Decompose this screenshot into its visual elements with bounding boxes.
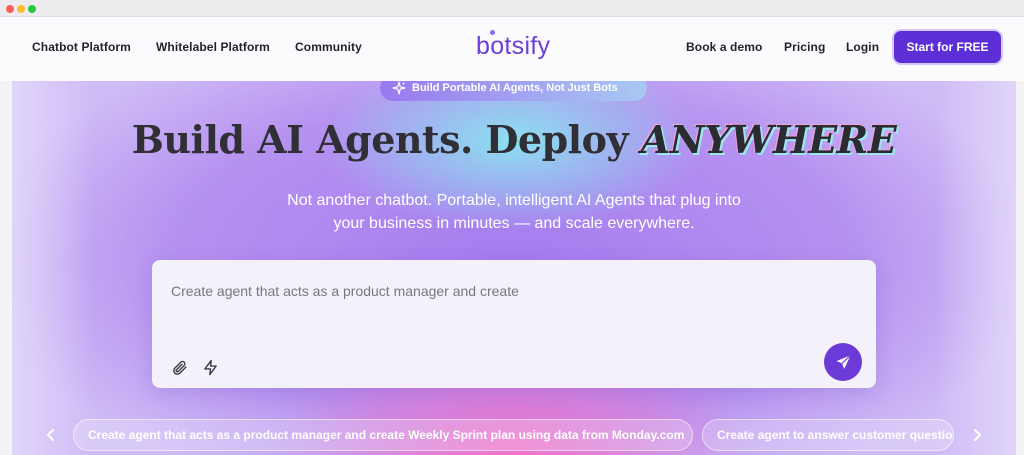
agent-prompt-input[interactable]: Create agent that acts as a product mana… <box>171 283 519 299</box>
send-icon <box>835 354 851 369</box>
start-free-button[interactable]: Start for FREE <box>894 31 1001 63</box>
botsify-logo[interactable]: botsify <box>476 30 551 61</box>
agent-prompt-box[interactable]: Create agent that acts as a product mana… <box>152 260 876 388</box>
headline-main: Build AI Agents. Deploy <box>131 117 641 162</box>
nav-link-chatbot-platform[interactable]: Chatbot Platform <box>32 40 131 54</box>
hero-badge[interactable]: Build Portable AI Agents, Not Just Bots <box>380 81 647 101</box>
chevron-left-icon[interactable] <box>41 425 61 445</box>
send-button[interactable] <box>824 343 862 381</box>
nav-link-login[interactable]: Login <box>846 40 879 54</box>
logo-text: botsify <box>476 32 551 60</box>
hero-headline: Build AI Agents. Deploy ANYWHERE <box>12 117 1016 162</box>
window-close-dot[interactable] <box>6 5 14 13</box>
subtitle-line-2: your business in minutes — and scale eve… <box>333 215 695 232</box>
top-navbar: Chatbot Platform Whitelabel Platform Com… <box>0 17 1024 81</box>
nav-link-whitelabel-platform[interactable]: Whitelabel Platform <box>156 40 270 54</box>
logo-accent-dot <box>490 30 495 35</box>
bolt-icon[interactable] <box>202 359 219 376</box>
window-maximize-dot[interactable] <box>28 5 36 13</box>
hero-badge-text: Build Portable AI Agents, Not Just Bots <box>412 82 618 94</box>
browser-chrome <box>0 0 1024 17</box>
paperclip-icon[interactable] <box>171 359 188 376</box>
subtitle-line-1: Not another chatbot. Portable, intellige… <box>287 192 741 209</box>
hero-subtitle: Not another chatbot. Portable, intellige… <box>12 189 1016 235</box>
nav-link-pricing[interactable]: Pricing <box>784 40 825 54</box>
suggestion-chip[interactable]: Create agent that acts as a product mana… <box>73 419 693 451</box>
window-minimize-dot[interactable] <box>17 5 25 13</box>
chevron-right-icon[interactable] <box>967 425 987 445</box>
headline-emphasis: ANYWHERE <box>640 117 897 162</box>
nav-link-book-demo[interactable]: Book a demo <box>686 40 762 54</box>
hero-section: Build Portable AI Agents, Not Just Bots … <box>12 81 1016 455</box>
nav-link-community[interactable]: Community <box>295 40 362 54</box>
sparkle-icon <box>392 81 406 95</box>
suggestion-chip[interactable]: Create agent to answer customer question… <box>702 419 954 451</box>
